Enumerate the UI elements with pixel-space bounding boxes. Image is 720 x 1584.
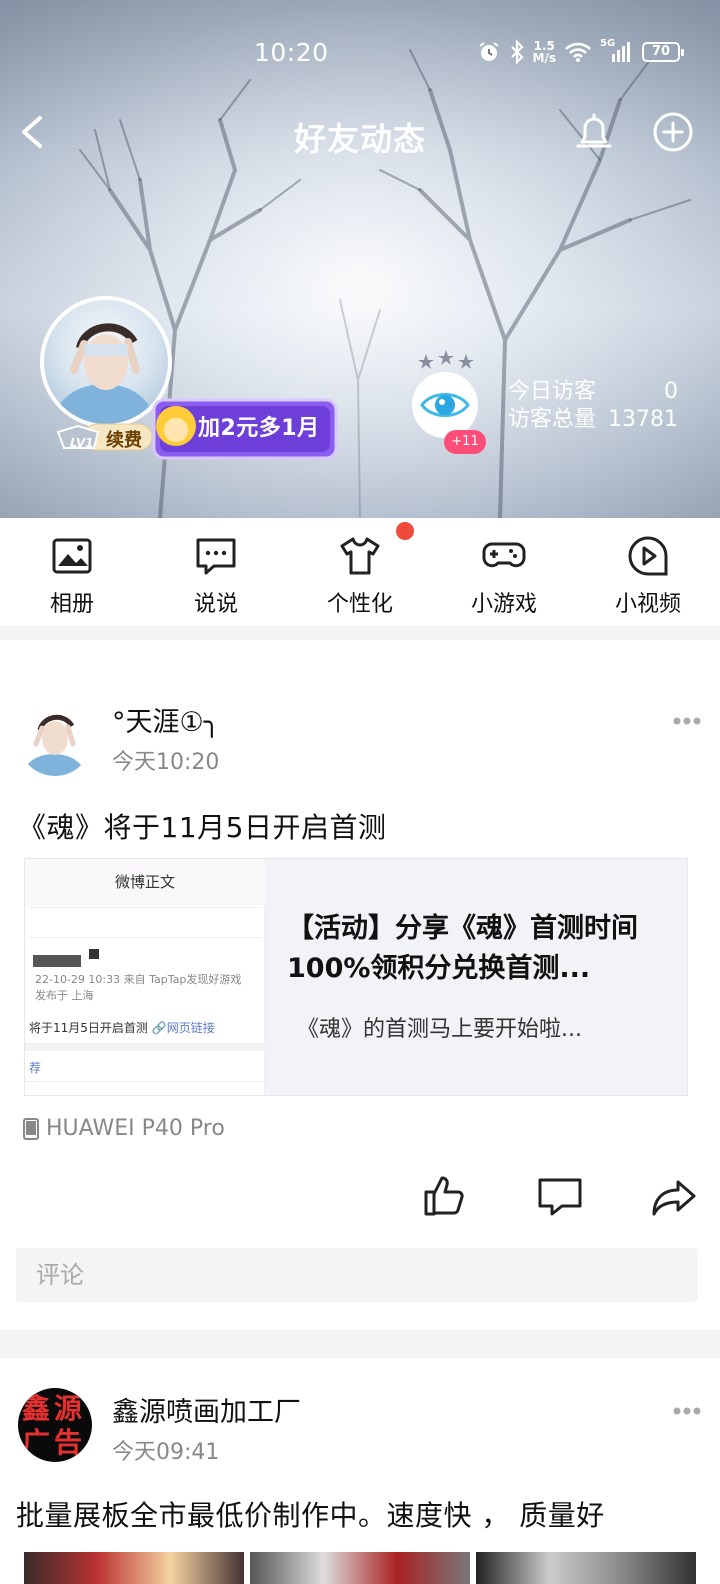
post-author[interactable]: °天涯①╮ [112, 700, 220, 739]
post-avatar[interactable]: 鑫源广告 [18, 1388, 92, 1462]
visit-stats[interactable]: 今日访客 0 访客总量 13781 [508, 378, 678, 434]
card-title: 【活动】分享《魂》首测时间 100%领积分兑换首测... [287, 913, 638, 984]
card-thumbnail: 微博正文 22-10-29 10:33 来自 TapTap发现好游戏 发布于 上… [25, 859, 265, 1095]
total-visits-label: 访客总量 [508, 407, 597, 432]
menu-label: 说说 [193, 592, 238, 617]
menu-item-short-video[interactable]: 小视频 [576, 518, 720, 626]
notification-dot [396, 522, 414, 540]
wifi-icon [565, 42, 591, 62]
menu-label: 小游戏 [470, 592, 537, 617]
post-time: 今天09:41 [112, 1440, 220, 1465]
menu-label: 相册 [49, 592, 94, 617]
bluetooth-icon [510, 40, 524, 64]
level-badge[interactable]: LV1 续费 [54, 420, 154, 454]
post-photos [24, 1552, 696, 1584]
status-bar: 10:20 1.5 M/s 5G 70 [0, 30, 720, 76]
signal-icon [612, 42, 630, 62]
feed-post: 鑫源广告 鑫源喷画加工厂 今天09:41 批量展板全市最低价制作中。速度快 ， … [0, 1358, 720, 1584]
section-divider [0, 1330, 720, 1358]
level-text: LV1 [70, 436, 94, 450]
thumb-header: 微博正文 [25, 859, 265, 905]
eye-icon [420, 393, 470, 417]
menu-label: 个性化 [326, 592, 393, 617]
device-info: HUAWEI P40 Pro [22, 1116, 225, 1141]
cellular-signal: 5G [600, 38, 634, 64]
alarm-icon [478, 42, 499, 61]
quick-menu: 相册 说说 个性化 小游戏 小视频 [0, 518, 720, 626]
status-time: 10:20 [254, 38, 329, 67]
menu-label: 小视频 [614, 592, 681, 617]
stars-icon [418, 350, 474, 369]
redacted-block [33, 955, 81, 967]
thumb-footer: 荐 [29, 1061, 42, 1075]
today-visits-label: 今日访客 [508, 379, 597, 404]
video-play-icon [628, 536, 668, 576]
thumb-meta: 22-10-29 10:33 来自 TapTap发现好游戏 [35, 973, 242, 986]
nav-bar: 好友动态 [0, 106, 720, 162]
like-icon[interactable] [420, 1172, 468, 1220]
thumb-body: 将于11月5日开启首测 🔗网页链接 [29, 1021, 215, 1035]
avatar-image [18, 702, 92, 776]
post-author[interactable]: 鑫源喷画加工厂 [112, 1390, 301, 1429]
new-visitor-badge: +11 [444, 430, 486, 454]
device-name: HUAWEI P40 Pro [46, 1116, 225, 1141]
profile-cover[interactable]: 10:20 1.5 M/s 5G 70 好友动态 LV1 续费 加2元多1月 +… [0, 0, 720, 518]
total-visits-value: 13781 [608, 407, 678, 432]
visitor-button[interactable] [412, 372, 478, 438]
network-speed: 1.5 M/s [532, 39, 556, 65]
more-options-icon[interactable] [672, 716, 702, 726]
vip-promo-badge[interactable]: 加2元多1月 [150, 394, 340, 462]
tshirt-icon [340, 537, 380, 575]
menu-item-games[interactable]: 小游戏 [432, 518, 576, 626]
bell-icon[interactable] [574, 110, 614, 154]
chat-bubble-icon [196, 538, 236, 575]
post-avatar[interactable] [18, 702, 92, 776]
share-icon[interactable] [650, 1172, 698, 1220]
battery-indicator: 70 [642, 42, 684, 62]
menu-item-posts[interactable]: 说说 [144, 518, 288, 626]
thumb-link: 网页链接 [166, 1021, 215, 1035]
post-text: 《魂》将于11月5日开启首测 [18, 811, 387, 844]
post-photo[interactable] [250, 1552, 470, 1584]
renew-label: 续费 [106, 430, 142, 451]
gamepad-icon [482, 542, 526, 568]
card-description: 《魂》的首测马上要开始啦... [297, 1017, 582, 1042]
today-visits-value: 0 [664, 379, 678, 404]
menu-item-album[interactable]: 相册 [0, 518, 144, 626]
comment-icon[interactable] [536, 1172, 584, 1220]
thumb-location: 发布于 上海 [35, 989, 94, 1002]
photo-album-icon [52, 538, 92, 574]
more-options-icon[interactable] [672, 1406, 702, 1416]
phone-icon [23, 1117, 39, 1140]
post-photo[interactable] [24, 1552, 244, 1584]
section-divider [0, 626, 720, 640]
redacted-block [89, 949, 99, 959]
avatar-text: 鑫源广告 [22, 1392, 87, 1459]
post-photo[interactable] [476, 1552, 696, 1584]
comment-input[interactable]: 评论 [16, 1248, 698, 1302]
post-time: 今天10:20 [112, 750, 220, 775]
add-circle-icon[interactable] [651, 110, 695, 154]
promo-label: 加2元多1月 [198, 416, 320, 441]
shared-link-card[interactable]: 微博正文 22-10-29 10:33 来自 TapTap发现好游戏 发布于 上… [24, 858, 688, 1096]
post-text: 批量展板全市最低价制作中。速度快 ， 质量好 [16, 1499, 605, 1532]
